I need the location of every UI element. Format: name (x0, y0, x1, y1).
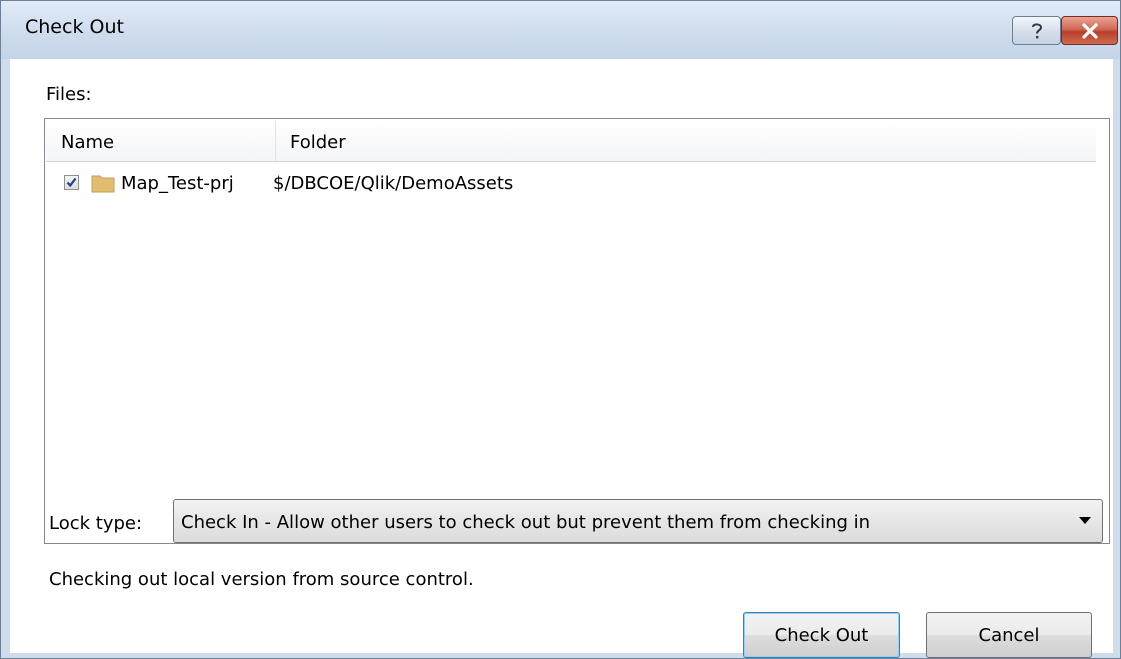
checkmark-icon (66, 177, 77, 188)
folder-icon (91, 175, 115, 193)
file-row[interactable]: Map_Test-prj $/DBCOE/Qlik/DemoAssets (46, 166, 1096, 202)
lock-type-select[interactable]: Check In - Allow other users to check ou… (173, 499, 1103, 543)
cancel-button[interactable]: Cancel (926, 612, 1092, 658)
title-bar[interactable]: Check Out (1, 1, 1120, 59)
lock-type-value: Check In - Allow other users to check ou… (181, 512, 871, 533)
check-out-dialog: Check Out Files: Name Folder Map_Test-pr… (0, 0, 1121, 659)
dialog-body: Files: Name Folder Map_Test-prj $/DBCOE/… (10, 59, 1113, 658)
question-icon (1031, 22, 1042, 38)
chevron-down-icon (1079, 517, 1091, 524)
dialog-title: Check Out (25, 16, 124, 38)
help-button[interactable] (1012, 16, 1061, 45)
close-button[interactable] (1061, 16, 1118, 45)
list-right-edge (1097, 120, 1109, 542)
list-header: Name Folder (46, 120, 1096, 162)
column-separator[interactable] (275, 120, 276, 161)
file-folder: $/DBCOE/Qlik/DemoAssets (273, 173, 514, 194)
files-label: Files: (46, 84, 92, 105)
files-list[interactable]: Name Folder Map_Test-prj $/DBCOE/Qlik/De… (44, 118, 1110, 544)
file-name: Map_Test-prj (121, 173, 234, 194)
check-out-button[interactable]: Check Out (743, 612, 900, 658)
column-header-folder[interactable]: Folder (290, 132, 346, 153)
file-checkbox[interactable] (64, 175, 79, 190)
close-icon (1081, 22, 1098, 39)
column-header-name[interactable]: Name (61, 132, 114, 153)
status-message: Checking out local version from source c… (49, 569, 474, 590)
lock-type-label: Lock type: (49, 513, 143, 534)
